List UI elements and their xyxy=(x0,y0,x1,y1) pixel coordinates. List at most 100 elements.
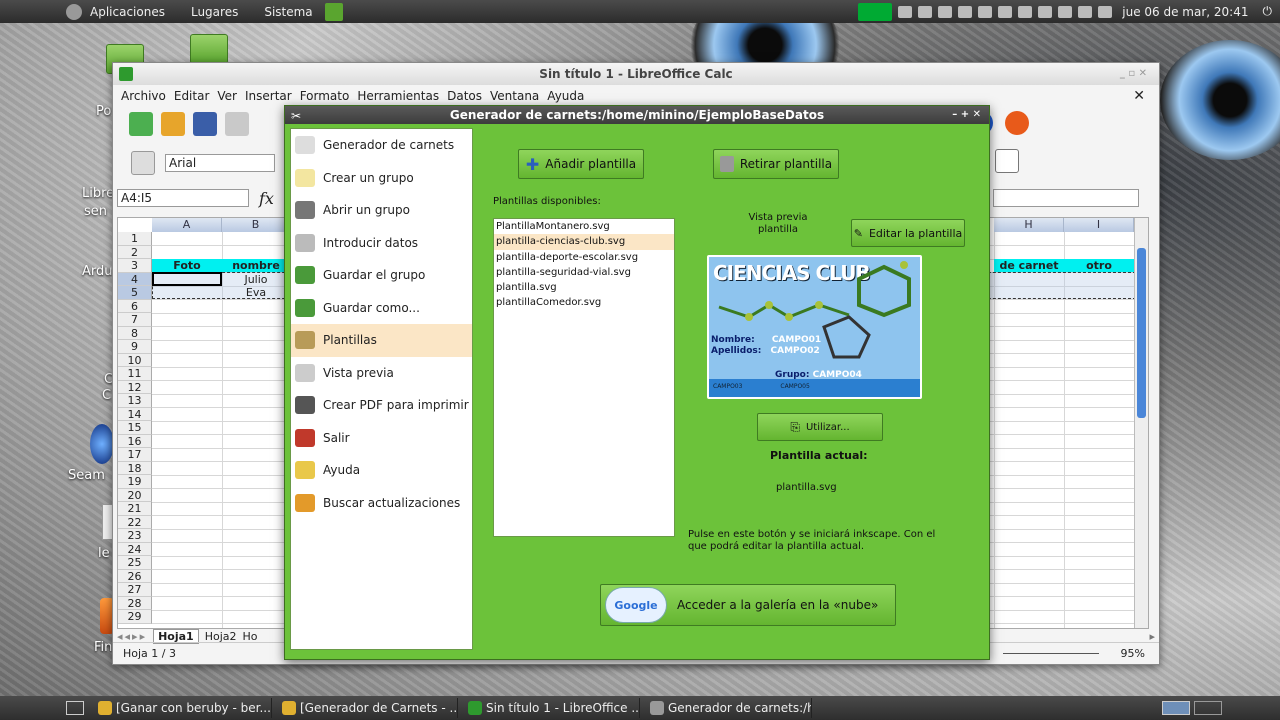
zoom-level[interactable]: 95% xyxy=(1121,643,1145,665)
template-list-item[interactable]: plantillaComedor.svg xyxy=(494,295,674,310)
battery-icon[interactable] xyxy=(898,5,913,18)
column-header-a[interactable]: A xyxy=(152,218,222,232)
row-header[interactable]: 3 xyxy=(118,259,152,273)
sidebar-item-3[interactable]: Introducir datos xyxy=(291,227,472,260)
menu-lugares[interactable]: Lugares xyxy=(177,5,250,19)
row-header[interactable]: 6 xyxy=(118,299,152,313)
cell-a4[interactable] xyxy=(152,272,222,286)
column-header-i[interactable]: I xyxy=(1064,218,1134,232)
taskbar-item[interactable]: [Generador de Carnets - ... xyxy=(276,698,458,718)
row-header[interactable]: 24 xyxy=(118,542,152,556)
add-template-button[interactable]: ✚ Añadir plantilla xyxy=(518,149,644,179)
desktop-icon-label[interactable]: Ardu xyxy=(82,264,113,279)
tab-nav-icons[interactable]: ◂◂▸▸ xyxy=(117,630,147,643)
sheet-tab-hoja2[interactable]: Hoja2 xyxy=(205,630,237,643)
distro-logo-icon[interactable] xyxy=(66,3,82,20)
row-header[interactable]: 23 xyxy=(118,529,152,543)
power-icon[interactable]: ⏻ xyxy=(1263,4,1273,19)
font-name-box[interactable]: Arial xyxy=(165,154,275,172)
cell-a3[interactable]: Foto xyxy=(152,259,222,272)
pencil-tray-icon[interactable] xyxy=(1038,5,1053,18)
horizontal-scroll-end-icon[interactable]: ▸ xyxy=(1149,630,1155,643)
row-header[interactable]: 15 xyxy=(118,421,152,435)
use-template-button[interactable]: ⎘ Utilizar... xyxy=(757,413,883,441)
cloud-gallery-button[interactable]: Google Acceder a la galería en la «nube» xyxy=(600,584,896,626)
row-header[interactable]: 14 xyxy=(118,407,152,421)
row-header[interactable]: 20 xyxy=(118,488,152,502)
sidebar-item-6[interactable]: Plantillas xyxy=(291,324,472,357)
zoom-slider[interactable] xyxy=(1003,653,1099,654)
sheet-tab-hoja3[interactable]: Ho xyxy=(243,630,258,643)
clipboard-icon[interactable] xyxy=(978,5,993,18)
row-header[interactable]: 2 xyxy=(118,245,152,259)
open-icon[interactable] xyxy=(161,112,185,136)
signal-icon[interactable] xyxy=(918,5,933,18)
wifi-icon[interactable] xyxy=(1058,5,1073,18)
new-icon[interactable] xyxy=(129,112,153,136)
row-header[interactable]: 21 xyxy=(118,502,152,516)
row-header[interactable]: 16 xyxy=(118,434,152,448)
row-header[interactable]: 9 xyxy=(118,340,152,354)
sidebar-item-0[interactable]: Generador de carnets xyxy=(291,129,472,162)
name-box[interactable]: A4:I5 xyxy=(117,189,249,207)
sidebar-item-10[interactable]: Ayuda xyxy=(291,454,472,487)
taskbar-item[interactable]: [Ganar con beruby - ber... xyxy=(92,698,272,718)
menu-datos[interactable]: Datos xyxy=(445,89,488,103)
row-header[interactable]: 27 xyxy=(118,583,152,597)
row-header[interactable]: 7 xyxy=(118,313,152,327)
template-list-item[interactable]: plantilla-ciencias-club.svg xyxy=(494,234,674,250)
seamonkey-icon[interactable] xyxy=(90,424,114,464)
desktop-icon-label[interactable]: sen xyxy=(84,204,107,219)
menu-sistema[interactable]: Sistema xyxy=(250,5,324,19)
mail-icon[interactable] xyxy=(1078,5,1093,18)
desktop-icon-label[interactable]: C xyxy=(102,388,111,403)
template-list-item[interactable]: plantilla-deporte-escolar.svg xyxy=(494,250,674,265)
desktop-icon-label[interactable]: Libre xyxy=(82,186,114,201)
dropbox-icon[interactable] xyxy=(938,5,953,18)
row-header[interactable]: 5 xyxy=(118,286,152,300)
keyboard-icon[interactable] xyxy=(1018,5,1033,18)
column-header-b[interactable]: B xyxy=(222,218,290,232)
row-header[interactable]: 19 xyxy=(118,475,152,489)
network-icon[interactable] xyxy=(998,5,1013,18)
template-list[interactable]: PlantillaMontanero.svg plantilla-ciencias… xyxy=(493,218,675,537)
scrollbar-thumb[interactable] xyxy=(1137,248,1146,418)
menu-formato[interactable]: Formato xyxy=(298,89,356,103)
calc-titlebar[interactable]: Sin título 1 - LibreOffice Calc _ ▫ ✕ xyxy=(113,63,1159,85)
row-header[interactable]: 28 xyxy=(118,596,152,610)
generator-window-buttons[interactable]: – + ✕ xyxy=(952,106,981,124)
calc-window-buttons[interactable]: _ ▫ ✕ xyxy=(1120,63,1147,85)
row-header[interactable]: 29 xyxy=(118,610,152,624)
sidebar-item-8[interactable]: Crear PDF para imprimir xyxy=(291,389,472,422)
template-list-item[interactable]: plantilla-seguridad-vial.svg xyxy=(494,265,674,280)
stop-icon[interactable] xyxy=(958,5,973,18)
email-icon[interactable] xyxy=(225,112,249,136)
row-header[interactable]: 8 xyxy=(118,326,152,340)
generator-titlebar[interactable]: ✂ Generador de carnets:/home/minino/Ejem… xyxy=(285,106,989,124)
formula-input[interactable] xyxy=(993,189,1139,207)
template-list-item[interactable]: plantilla.svg xyxy=(494,280,674,295)
sidebar-item-5[interactable]: Guardar como... xyxy=(291,292,472,325)
taskbar-item[interactable]: Generador de carnets:/h... xyxy=(644,698,812,718)
menu-ver[interactable]: Ver xyxy=(215,89,243,103)
cell-b4[interactable]: Julio xyxy=(222,273,290,286)
template-list-item[interactable]: PlantillaMontanero.svg xyxy=(494,219,674,234)
row-header[interactable]: 1 xyxy=(118,232,152,246)
borders-icon[interactable] xyxy=(995,149,1019,173)
menu-editar[interactable]: Editar xyxy=(172,89,216,103)
cell-b5[interactable]: Eva xyxy=(222,286,290,299)
sidebar-item-4[interactable]: Guardar el grupo xyxy=(291,259,472,292)
workspace-switcher-2[interactable] xyxy=(1194,701,1222,715)
cell-h3[interactable]: de carnet xyxy=(994,259,1064,272)
edit-template-button[interactable]: ✎ Editar la plantilla xyxy=(851,219,965,247)
launcher-icon[interactable] xyxy=(324,2,343,21)
cell-i3[interactable]: otro xyxy=(1064,259,1134,272)
extension-icon[interactable] xyxy=(1005,111,1029,135)
row-header[interactable]: 22 xyxy=(118,515,152,529)
desktop-icon-label[interactable]: Fin xyxy=(94,640,112,655)
menu-insertar[interactable]: Insertar xyxy=(243,89,298,103)
sidebar-item-11[interactable]: Buscar actualizaciones xyxy=(291,487,472,520)
cell-b3[interactable]: nombre xyxy=(222,259,290,272)
desktop-icon-label[interactable]: Seam xyxy=(68,468,105,483)
vertical-scrollbar[interactable] xyxy=(1134,218,1148,628)
